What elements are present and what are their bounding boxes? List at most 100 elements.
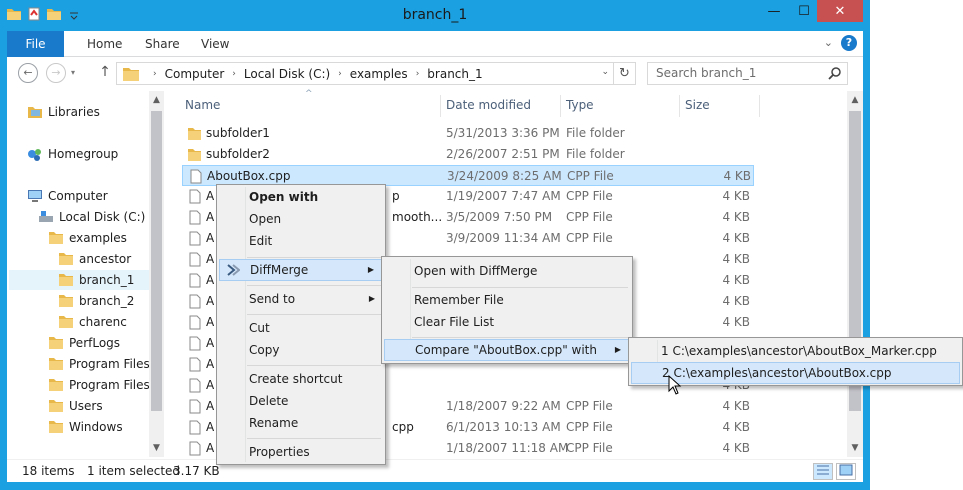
scrollbar-thumb[interactable] [151, 111, 162, 411]
nav-item-label: Users [69, 399, 103, 413]
menu-item-open[interactable]: Open [219, 208, 383, 230]
tab-file[interactable]: File [7, 31, 64, 57]
menu-item-compare-with[interactable]: Compare "AboutBox.cpp" with ▶ [384, 339, 630, 361]
table-row[interactable]: subfolder2 2/26/2007 2:51 PM File folder [182, 144, 754, 165]
maximize-button[interactable]: ☐ [791, 0, 817, 22]
menu-item-open-with-diffmerge[interactable]: Open with DiffMerge [384, 260, 630, 282]
nav-item-windows[interactable]: Windows [48, 417, 123, 437]
nav-item-charenc[interactable]: charenc [58, 312, 127, 332]
scroll-down-arrow[interactable]: ▼ [847, 441, 863, 455]
address-bar[interactable]: › Computer › Local Disk (C:) › examples … [116, 62, 636, 85]
file-name: A [206, 336, 215, 350]
tab-share[interactable]: Share [133, 31, 192, 57]
large-icons-view-button[interactable] [836, 463, 856, 480]
back-button[interactable]: ← [18, 63, 38, 83]
column-header-type[interactable]: Type [566, 95, 594, 115]
table-row[interactable]: subfolder1 5/31/2013 3:36 PM File folder [182, 123, 754, 144]
breadcrumb-computer[interactable]: Computer [165, 67, 225, 81]
file-size: 4 KB [722, 315, 750, 329]
folder-icon [59, 253, 73, 265]
column-divider[interactable] [759, 95, 760, 117]
nav-item-branch-2[interactable]: branch_2 [58, 291, 134, 311]
file-size: 4 KB [722, 420, 750, 434]
minimize-button[interactable]: — [761, 0, 787, 22]
breadcrumb-separator[interactable]: › [416, 69, 420, 79]
scroll-up-arrow[interactable]: ▲ [847, 93, 863, 107]
file-icon [189, 441, 201, 456]
menu-item-edit[interactable]: Edit [219, 230, 383, 252]
scroll-up-arrow[interactable]: ▲ [149, 93, 164, 107]
chevron-down-icon[interactable]: ⌄ [824, 36, 833, 49]
nav-item-ancestor[interactable]: ancestor [58, 249, 131, 269]
breadcrumb-separator[interactable]: › [153, 69, 157, 79]
nav-scrollbar[interactable]: ▲ ▼ [149, 91, 164, 457]
refresh-button[interactable]: ↻ [613, 63, 635, 84]
tab-home[interactable]: Home [75, 31, 134, 57]
file-date: 3/9/2009 11:34 AM [446, 231, 561, 245]
column-divider[interactable] [440, 95, 441, 117]
file-list-scrollbar[interactable]: ▲ ▼ [847, 91, 863, 457]
file-icon [189, 315, 201, 330]
menu-item-properties[interactable]: Properties [219, 441, 383, 463]
menu-item-cut[interactable]: Cut [219, 317, 383, 339]
file-size: 4 KB [722, 189, 750, 203]
table-row-selected[interactable]: AboutBox.cpp 3/24/2009 8:25 AM CPP File 4 K… [182, 165, 754, 186]
folder-icon [49, 337, 63, 349]
breadcrumb-separator[interactable]: › [232, 69, 236, 79]
ribbon-tabs: File Home Share View ⌄ ? [7, 31, 863, 57]
file-icon [189, 189, 201, 204]
folder-icon [49, 400, 63, 412]
file-type: File folder [566, 147, 625, 161]
nav-item-local-disk[interactable]: Local Disk (C:) [38, 207, 145, 227]
recent-locations-button[interactable]: ▾ [71, 68, 75, 77]
folder-icon [49, 358, 63, 370]
column-divider[interactable] [560, 95, 561, 117]
close-button[interactable]: ✕ [817, 0, 863, 22]
nav-item-label: Computer [48, 189, 108, 203]
details-view-button[interactable] [813, 463, 833, 480]
file-icon [189, 273, 201, 288]
breadcrumb-separator[interactable]: › [338, 69, 342, 79]
menu-item-delete[interactable]: Delete [219, 390, 383, 412]
menu-item-send-to[interactable]: Send to ▶ [219, 288, 383, 310]
search-input[interactable]: Search branch_1 [647, 62, 848, 85]
nav-item-perflogs[interactable]: PerfLogs [48, 333, 120, 353]
menu-item-rename[interactable]: Rename [219, 412, 383, 434]
menu-item-open-with[interactable]: Open with [219, 186, 383, 208]
column-header-name[interactable]: Name [185, 95, 220, 115]
menu-item-remember-file[interactable]: Remember File [384, 289, 630, 311]
status-item-count: 18 items [22, 464, 75, 478]
file-name-tail: p [392, 189, 400, 203]
column-header-date[interactable]: Date modified [446, 95, 531, 115]
menu-item-copy[interactable]: Copy [219, 339, 383, 361]
nav-item-computer[interactable]: Computer [27, 186, 108, 206]
status-size: 3.17 KB [173, 464, 220, 478]
nav-item-examples[interactable]: examples [48, 228, 127, 248]
column-divider[interactable] [679, 95, 680, 117]
nav-item-users[interactable]: Users [48, 396, 103, 416]
help-icon[interactable]: ? [841, 35, 857, 51]
column-header-size[interactable]: Size [685, 95, 710, 115]
nav-item-branch-1[interactable]: branch_1 [9, 270, 149, 290]
nav-item-libraries[interactable]: Libraries [27, 102, 100, 122]
menu-separator [247, 438, 381, 439]
nav-item-label: examples [69, 231, 127, 245]
breadcrumb-examples[interactable]: examples [350, 67, 408, 81]
file-name: A [206, 294, 215, 308]
breadcrumb-local-disk[interactable]: Local Disk (C:) [244, 67, 330, 81]
folder-icon [188, 149, 201, 161]
scroll-down-arrow[interactable]: ▼ [149, 441, 164, 455]
menu-item-clear-file-list[interactable]: Clear File List [384, 311, 630, 333]
forward-button[interactable]: → [46, 63, 66, 83]
nav-item-program-files-x86[interactable]: Program Files ( [48, 375, 158, 395]
nav-item-homegroup[interactable]: Homegroup [27, 144, 118, 164]
menu-item-compare-marker[interactable]: 1 C:\examples\ancestor\AboutBox_Marker.c… [631, 340, 960, 362]
nav-item-program-files[interactable]: Program Files [48, 354, 150, 374]
menu-item-diffmerge[interactable]: DiffMerge ▶ [219, 259, 383, 281]
chevron-down-icon[interactable]: ⌄ [601, 67, 609, 77]
tab-view[interactable]: View [189, 31, 241, 57]
menu-item-create-shortcut[interactable]: Create shortcut [219, 368, 383, 390]
context-menu: Open with Open Edit DiffMerge ▶ Send to … [216, 184, 386, 465]
up-button[interactable]: ↑ [95, 63, 115, 83]
breadcrumb-branch-1[interactable]: branch_1 [427, 67, 482, 81]
